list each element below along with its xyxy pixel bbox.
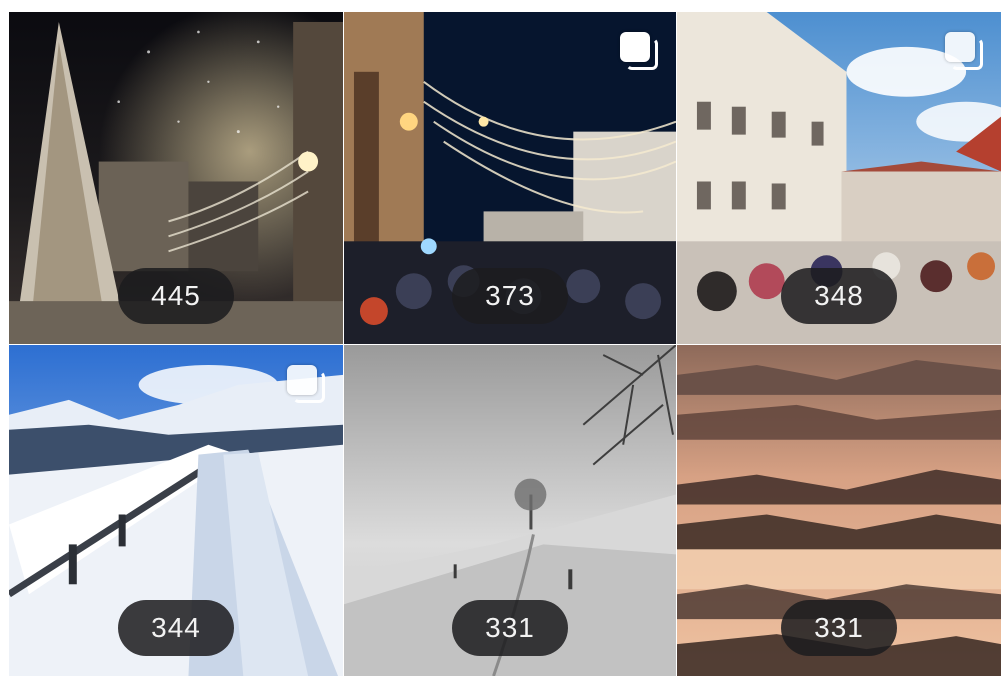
photo-tile-christmas-market[interactable]: 373 <box>344 12 677 345</box>
play-count-badge: 344 <box>118 600 234 656</box>
play-count-badge: 331 <box>452 600 568 656</box>
photo-grid: 445 373 348 344 331 331 <box>9 12 1002 677</box>
play-count-badge: 445 <box>118 268 234 324</box>
play-count-badge: 373 <box>452 268 568 324</box>
photo-tile-snowy-mountain[interactable]: 344 <box>9 345 344 677</box>
photo-tile-snowy-path[interactable]: 331 <box>344 345 677 677</box>
play-count-badge: 348 <box>781 268 897 324</box>
photo-tile-christmas-tree[interactable]: 445 <box>9 12 344 345</box>
play-count-badge: 331 <box>781 600 897 656</box>
multiple-photos-icon <box>945 32 983 70</box>
multiple-photos-icon <box>287 365 325 403</box>
multiple-photos-icon <box>620 32 658 70</box>
photo-tile-town-square[interactable]: 348 <box>677 12 1002 345</box>
photo-tile-foggy-valley[interactable]: 331 <box>677 345 1002 677</box>
